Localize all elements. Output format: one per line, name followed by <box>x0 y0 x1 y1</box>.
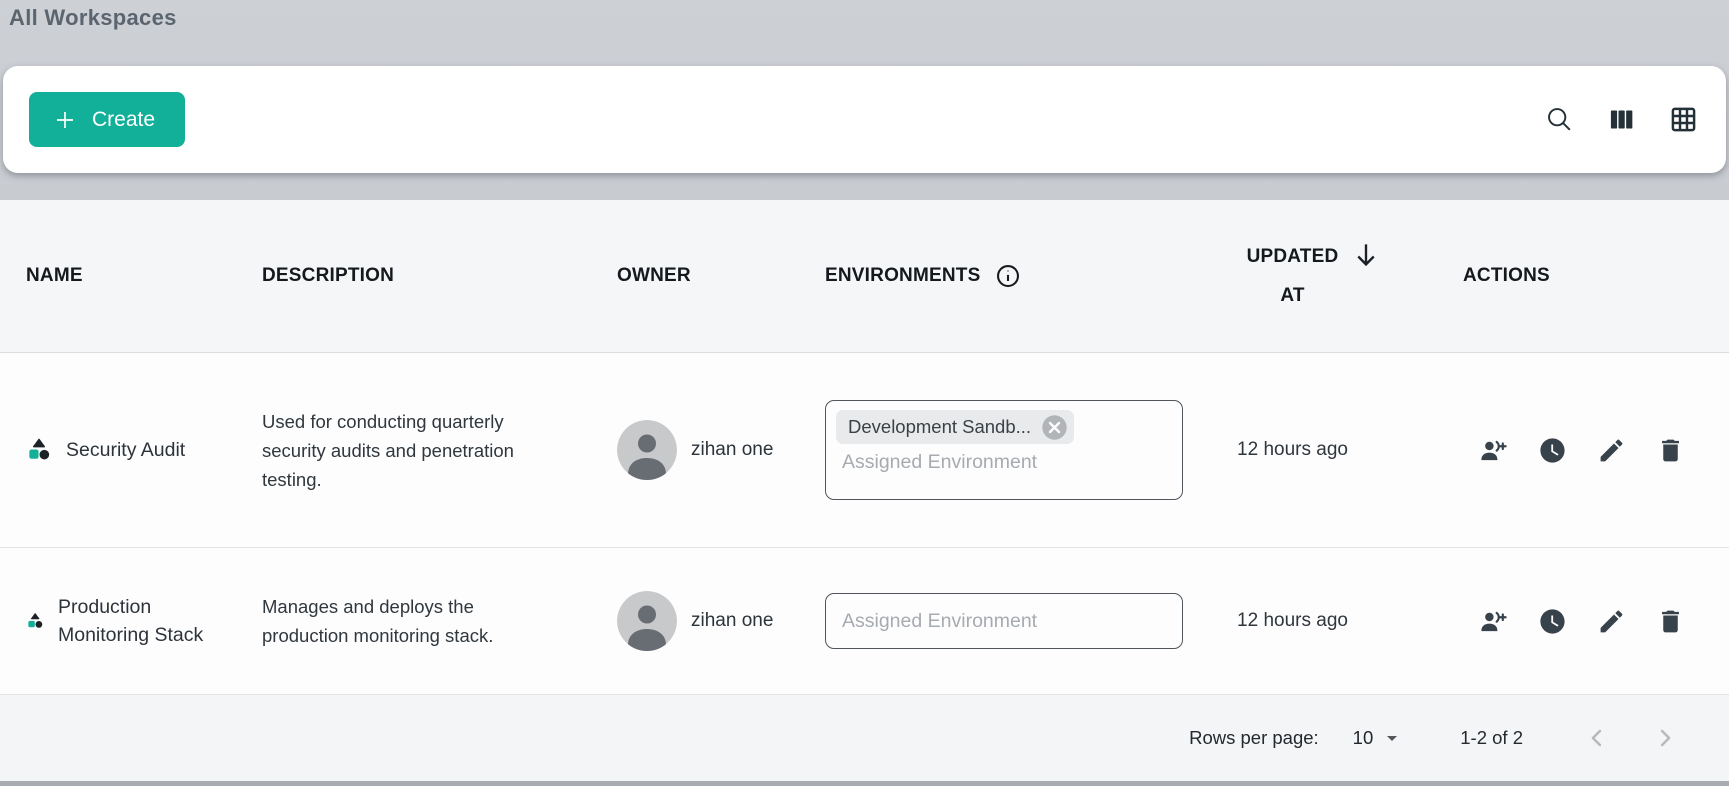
dropdown-caret-icon <box>1380 726 1404 750</box>
edit-pencil-icon[interactable] <box>1597 436 1626 465</box>
environment-chip: Development Sandb... <box>836 410 1074 444</box>
delete-trash-icon[interactable] <box>1656 607 1685 636</box>
workspace-logo-icon <box>26 612 45 631</box>
pagination-range: 1-2 of 2 <box>1460 727 1523 749</box>
avatar-icon <box>617 420 677 480</box>
search-icon[interactable] <box>1544 104 1575 135</box>
workspace-name: Production Monitoring Stack <box>58 593 223 649</box>
toolbar-card: Create <box>3 66 1726 173</box>
environments-cell: Assigned Environment <box>825 593 1215 649</box>
workspace-description: Manages and deploys the production monit… <box>262 592 534 650</box>
column-header-updated-at[interactable]: UPDATED AT <box>1215 237 1420 315</box>
rows-per-page-value: 10 <box>1353 727 1374 749</box>
column-header-actions: ACTIONS <box>1420 265 1729 287</box>
owner-cell: zihan one <box>617 591 825 651</box>
history-clock-icon[interactable] <box>1538 607 1567 636</box>
rows-per-page-select[interactable]: 10 <box>1353 726 1405 750</box>
view-columns-icon[interactable] <box>1606 104 1637 135</box>
avatar-icon <box>617 591 677 651</box>
rows-per-page-label: Rows per page: <box>1189 727 1319 749</box>
workspaces-table: NAME DESCRIPTION OWNER ENVIRONMENTS UPDA… <box>0 200 1729 781</box>
history-clock-icon[interactable] <box>1538 436 1567 465</box>
table-row: Production Monitoring Stack Manages and … <box>0 548 1729 695</box>
environments-cell: Development Sandb... Assigned Environmen… <box>825 400 1215 500</box>
chevron-right-icon[interactable] <box>1651 724 1679 752</box>
pagination-bar: Rows per page: 10 1-2 of 2 <box>0 695 1729 781</box>
toolbar-icon-group <box>1544 104 1699 135</box>
plus-icon <box>53 108 77 132</box>
owner-name: zihan one <box>691 610 773 632</box>
table-row: Security Audit Used for conducting quart… <box>0 353 1729 548</box>
sort-desc-arrow-icon <box>1351 240 1381 270</box>
add-user-icon[interactable] <box>1479 436 1508 465</box>
updated-at-line1: UPDATED <box>1247 237 1339 276</box>
actions-cell <box>1420 607 1729 636</box>
workspace-name-cell: Production Monitoring Stack <box>26 593 262 649</box>
updated-at-value: 12 hours ago <box>1215 439 1420 461</box>
workspace-logo-icon <box>26 437 53 464</box>
column-header-environments: ENVIRONMENTS <box>825 263 1215 289</box>
delete-trash-icon[interactable] <box>1656 436 1685 465</box>
column-header-owner: OWNER <box>617 265 825 287</box>
chip-close-icon[interactable] <box>1041 414 1068 441</box>
updated-at-line2: AT <box>1280 276 1304 315</box>
grid-view-icon[interactable] <box>1668 104 1699 135</box>
environment-chip-label: Development Sandb... <box>848 416 1031 438</box>
column-header-description: DESCRIPTION <box>262 265 617 287</box>
info-icon[interactable] <box>995 263 1021 289</box>
environment-placeholder: Assigned Environment <box>836 451 1172 474</box>
table-header-row: NAME DESCRIPTION OWNER ENVIRONMENTS UPDA… <box>0 200 1729 353</box>
environment-placeholder: Assigned Environment <box>836 610 1172 633</box>
environments-header-label: ENVIRONMENTS <box>825 265 980 287</box>
page-title: All Workspaces <box>9 5 177 30</box>
chevron-left-icon[interactable] <box>1583 724 1611 752</box>
actions-cell <box>1420 436 1729 465</box>
edit-pencil-icon[interactable] <box>1597 607 1626 636</box>
create-button[interactable]: Create <box>29 92 185 147</box>
column-header-name: NAME <box>26 265 262 287</box>
assigned-environment-input[interactable]: Assigned Environment <box>825 593 1183 649</box>
workspace-description: Used for conducting quarterly security a… <box>262 407 534 494</box>
assigned-environment-input[interactable]: Development Sandb... Assigned Environmen… <box>825 400 1183 500</box>
window-bottom-edge <box>0 781 1729 786</box>
create-button-label: Create <box>92 108 155 132</box>
add-user-icon[interactable] <box>1479 607 1508 636</box>
workspace-name: Security Audit <box>66 436 185 464</box>
owner-name: zihan one <box>691 439 773 461</box>
updated-at-value: 12 hours ago <box>1215 610 1420 632</box>
owner-cell: zihan one <box>617 420 825 480</box>
workspace-name-cell: Security Audit <box>26 436 262 464</box>
workspaces-page: All Workspaces Create NAME DESCRIPTION O… <box>0 0 1729 786</box>
title-bar: All Workspaces <box>0 0 1729 31</box>
